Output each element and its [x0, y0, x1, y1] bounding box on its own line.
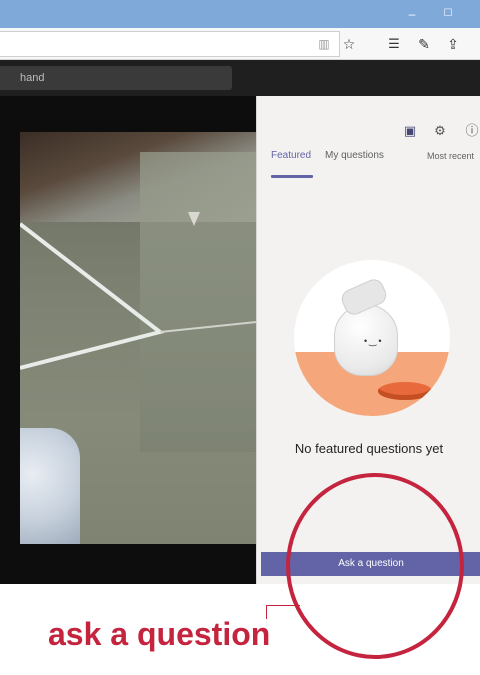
reading-view-icon[interactable]: ▥ — [314, 34, 334, 54]
empty-state-illustration: •‿• — [294, 260, 450, 416]
pen-icon[interactable]: ✎ — [414, 34, 434, 54]
active-tab-indicator — [271, 175, 313, 178]
video-person — [20, 428, 80, 544]
highlight-circle — [286, 473, 464, 659]
video-lamp — [188, 212, 200, 226]
tab-my-questions[interactable]: My questions — [325, 150, 384, 161]
qa-panel-header: ▣ ⚙ ⓘ Featured My questions Most recent — [257, 96, 480, 178]
info-icon[interactable]: ⓘ — [463, 122, 480, 140]
teams-header-bar: hand — [0, 60, 480, 96]
video-feed — [20, 132, 256, 544]
tab-featured[interactable]: Featured — [271, 150, 311, 161]
video-stage — [0, 96, 256, 584]
settings-gear-icon[interactable]: ⚙ — [431, 122, 449, 140]
empty-state-message: No featured questions yet — [294, 441, 444, 456]
sort-dropdown[interactable]: Most recent — [427, 151, 474, 161]
command-search-box[interactable]: hand — [0, 66, 232, 90]
screenshot-root: – ☐ ▥ ☆ ☰ ✎ ⇪ hand ▣ ⚙ ⓘ Featured My que… — [0, 0, 480, 675]
favorite-star-icon[interactable]: ☆ — [339, 34, 359, 54]
maximize-button[interactable]: ☐ — [440, 6, 456, 22]
illustration-jar-face: •‿• — [364, 336, 384, 346]
browser-address-bar: ▥ ☆ ☰ ✎ ⇪ — [0, 28, 480, 60]
favorites-icon[interactable]: ☰ — [384, 34, 404, 54]
browser-titlebar: – ☐ — [0, 0, 480, 28]
callout-label: ask a question — [48, 616, 271, 652]
illustration-orange-lid — [378, 382, 432, 400]
minimize-button[interactable]: – — [404, 6, 420, 22]
share-icon[interactable]: ⇪ — [443, 34, 463, 54]
url-input[interactable] — [0, 31, 340, 57]
qa-chat-icon[interactable]: ▣ — [401, 122, 419, 140]
